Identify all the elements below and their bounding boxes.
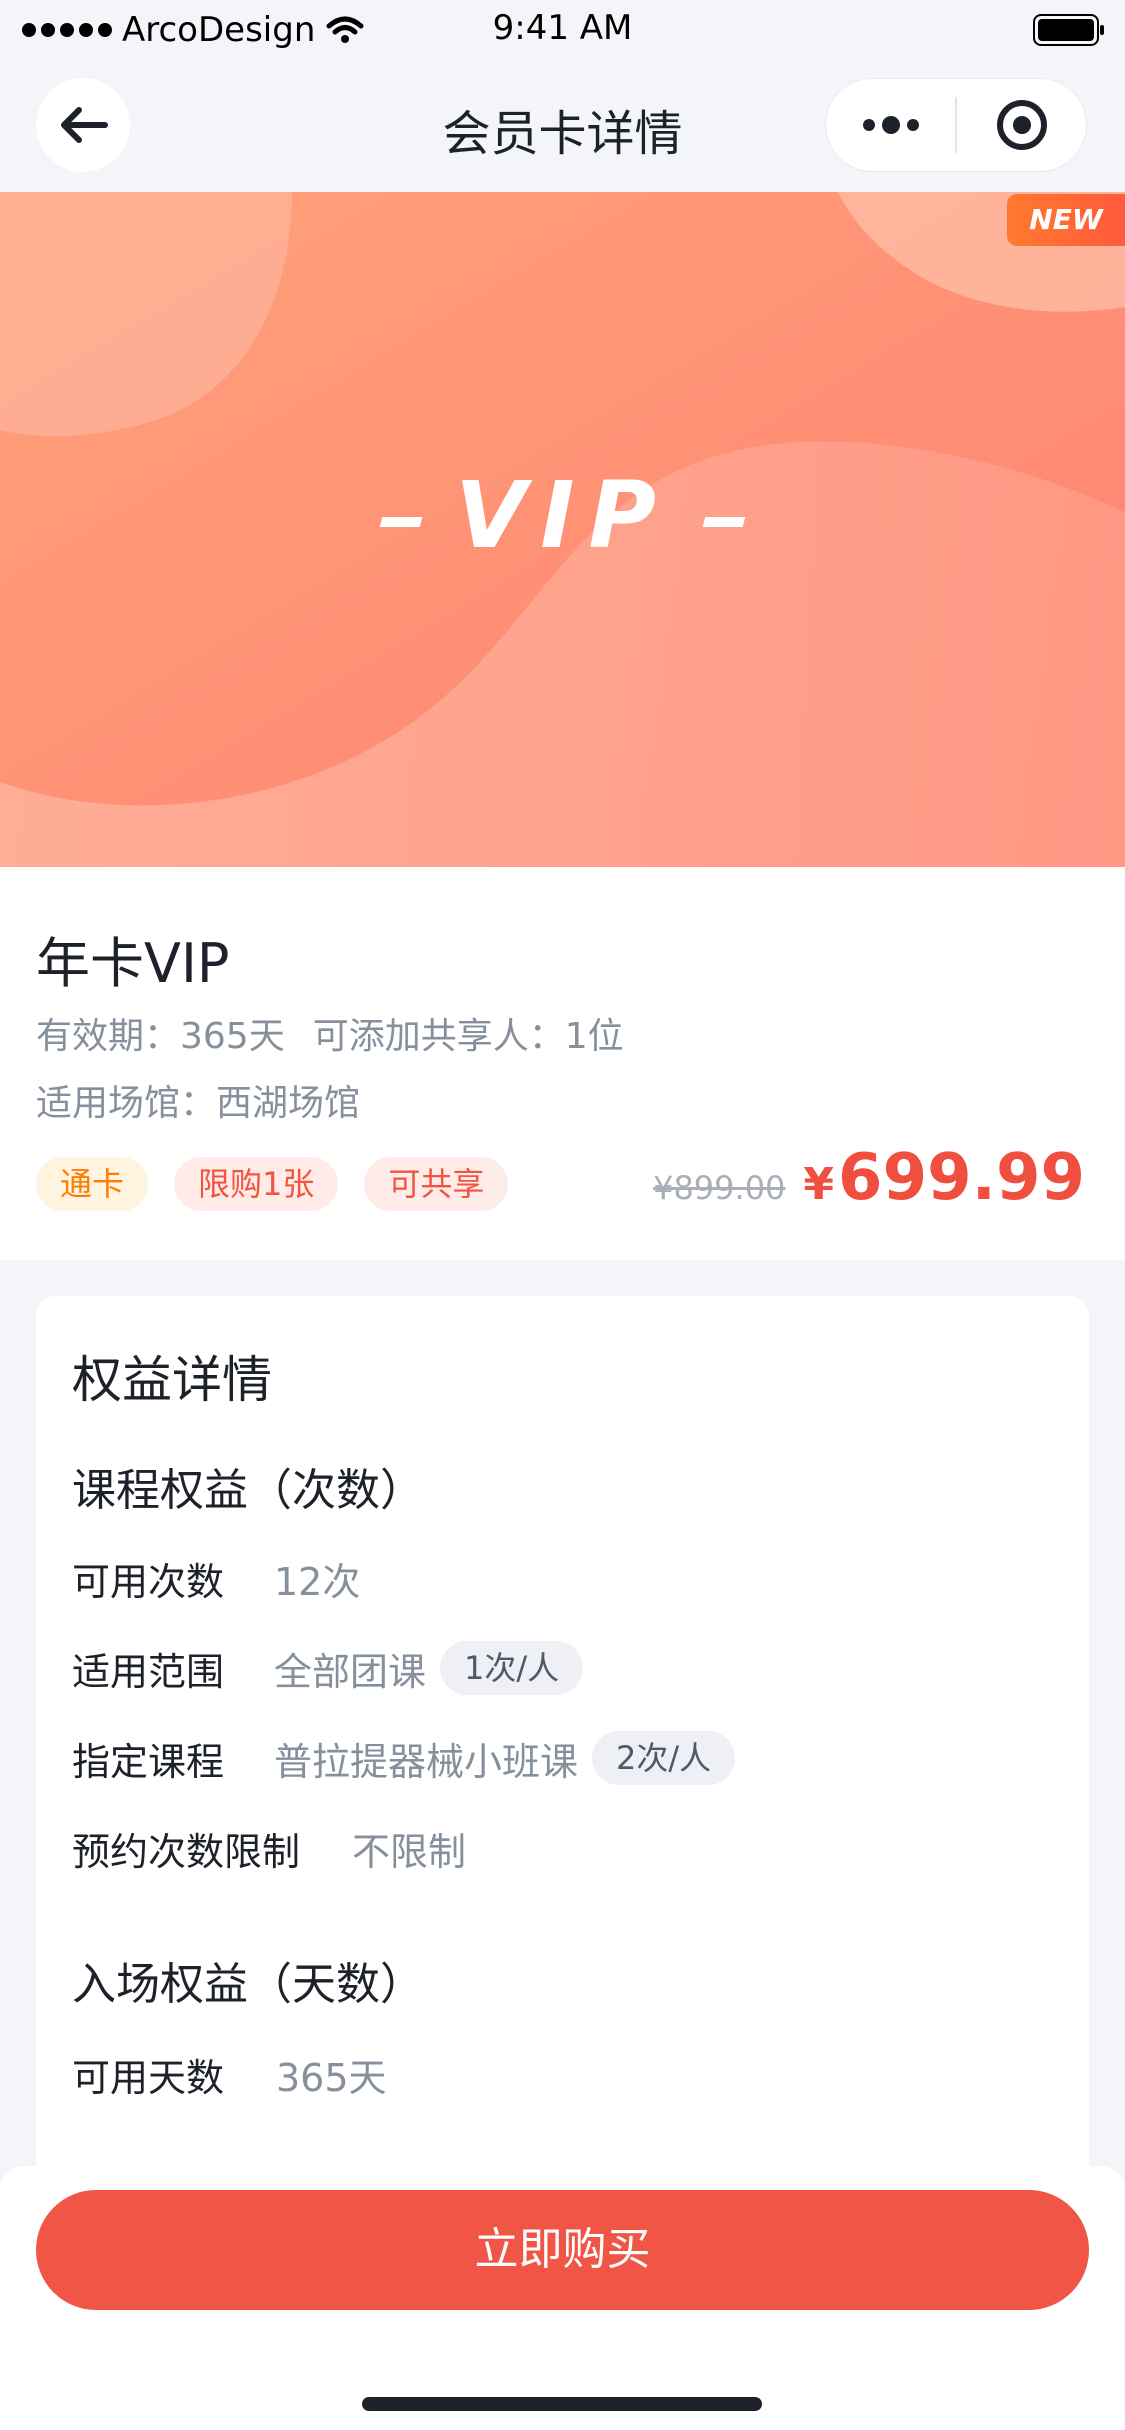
tag-general-card: 通卡: [36, 1157, 149, 1211]
home-indicator: [362, 2397, 762, 2411]
benefit-row: 可用次数 12次: [72, 1550, 360, 1606]
benefit-value: 不限制: [352, 1829, 467, 1874]
validity-text: 有效期：365天: [36, 1016, 285, 1057]
battery-icon: [1033, 14, 1104, 46]
close-mini-program-button[interactable]: [957, 79, 1086, 171]
dash-right: [702, 516, 746, 527]
buy-now-button[interactable]: 立即购买: [36, 2190, 1089, 2310]
card-info: 年卡VIP 有效期：365天 可添加共享人：1位 适用场馆：西湖场馆 通卡 限购1…: [0, 867, 1125, 1260]
benefit-value: 12次: [274, 1559, 361, 1604]
benefit-label: 可用天数: [72, 2055, 225, 2100]
sale-price: 699.99: [838, 1141, 1085, 1215]
new-badge: NEW: [1007, 194, 1125, 246]
benefit-row: 指定课程 普拉提器械小班课 2次/人: [72, 1730, 736, 1786]
benefit-value: 365天: [276, 2055, 387, 2100]
member-card-detail-page: ArcoDesign 9:41 AM 会员卡详情 VIP NEW 年卡VIP 有…: [0, 0, 1125, 2430]
sharers-text: 可添加共享人：1位: [312, 1016, 624, 1057]
benefit-row: 预约次数限制 不限制: [72, 1820, 466, 1876]
tag-purchase-limit: 限购1张: [174, 1157, 339, 1211]
mini-program-capsule: [825, 78, 1087, 172]
currency-symbol: ¥: [803, 1159, 835, 1210]
tag-list: 通卡 限购1张 可共享: [36, 1157, 509, 1211]
benefit-label: 可用次数: [72, 1559, 225, 1604]
more-dots-icon: [862, 116, 919, 134]
more-button[interactable]: [826, 79, 955, 171]
course-benefits-title: 课程权益（次数）: [72, 1465, 424, 1516]
price-block: ¥899.00 ¥ 699.99: [653, 1141, 1085, 1215]
benefit-value: 全部团课: [274, 1649, 427, 1694]
validity-line: 有效期：365天 可添加共享人：1位: [36, 1007, 624, 1059]
venue-text: 适用场馆：西湖场馆: [36, 1083, 361, 1124]
original-price: ¥899.00: [653, 1169, 786, 1207]
tag-shareable: 可共享: [364, 1157, 509, 1211]
nav-bar: 会员卡详情: [0, 62, 1125, 192]
benefit-label: 指定课程: [72, 1739, 225, 1784]
benefits-card: 权益详情 课程权益（次数） 可用次数 12次 适用范围 全部团课 1次/人 指定…: [36, 1296, 1089, 2196]
benefit-row: 适用范围 全部团课 1次/人: [72, 1640, 584, 1696]
vip-title: VIP: [0, 462, 1125, 569]
benefits-title: 权益详情: [72, 1351, 272, 1409]
benefit-row: 可用天数 365天: [72, 2046, 387, 2102]
dash-left: [379, 516, 423, 527]
status-bar: ArcoDesign 9:41 AM: [0, 0, 1125, 62]
usage-limit-pill: 2次/人: [592, 1731, 736, 1785]
benefit-label: 适用范围: [72, 1649, 225, 1694]
entry-benefits-title: 入场权益（天数）: [72, 1959, 424, 2010]
bottom-action-bar: 立即购买: [0, 2166, 1125, 2430]
usage-limit-pill: 1次/人: [440, 1641, 584, 1695]
card-name: 年卡VIP: [36, 932, 230, 995]
clock: 9:41 AM: [492, 8, 633, 48]
vip-label: VIP: [455, 462, 670, 569]
target-circle-icon: [996, 100, 1047, 150]
benefit-value: 普拉提器械小班课: [274, 1739, 579, 1784]
benefit-label: 预约次数限制: [72, 1829, 301, 1874]
vip-banner: VIP NEW: [0, 192, 1125, 867]
